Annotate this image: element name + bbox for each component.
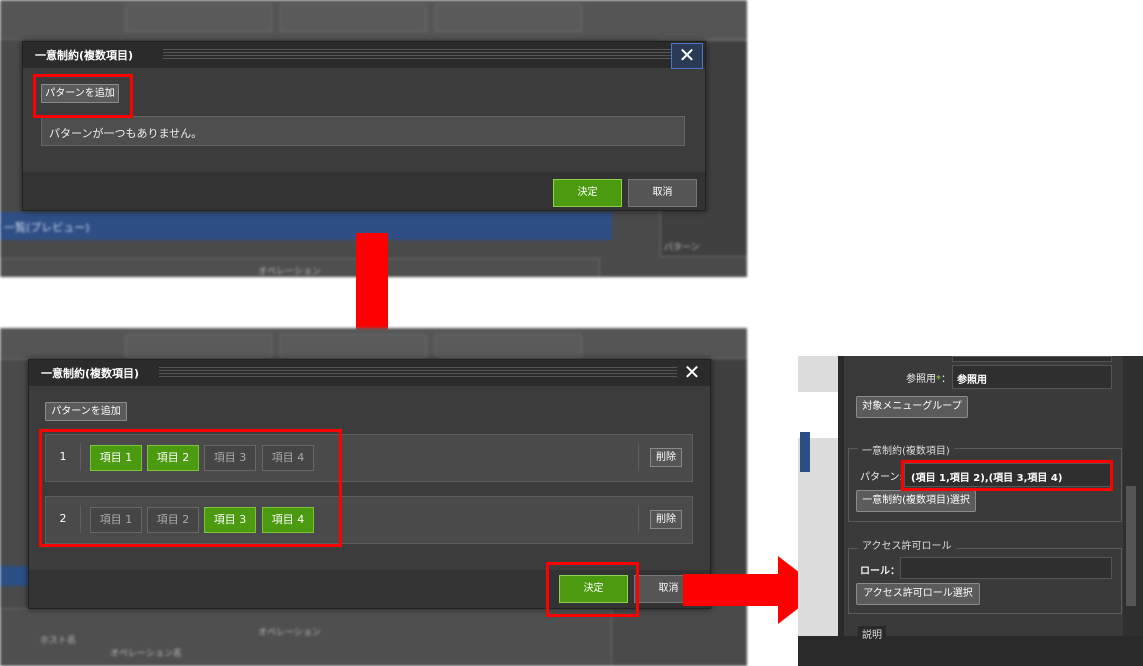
ref-field[interactable]: 参照用	[952, 365, 1112, 389]
empty-message-text: パターンが一つもありません。	[49, 127, 203, 140]
ok-button[interactable]: 決定	[553, 179, 622, 207]
bg-operation-header-2: オペレーション	[258, 628, 321, 638]
highlight-add-pattern	[33, 74, 133, 118]
bg-operation-header: オペレーション	[258, 267, 321, 277]
highlight-ok-button	[546, 562, 639, 617]
add-pattern-button[interactable]: パターンを追加	[45, 402, 127, 421]
bg-op-name: オペレーション名	[110, 649, 182, 659]
bg-host-label: ホスト名	[40, 636, 77, 646]
menu-group-button[interactable]: 対象メニューグループ	[856, 396, 968, 418]
highlight-pattern-rows	[39, 429, 342, 547]
bg-preview-label: 一覧(プレビュー)	[4, 221, 90, 234]
empty-pattern-message: パターンが一つもありません。	[41, 116, 685, 146]
close-icon[interactable]: ✕	[677, 361, 707, 385]
description-legend: 説明	[858, 626, 886, 641]
cancel-button[interactable]: 取消	[628, 179, 697, 207]
unique-constraint-legend: 一意制約(複数項目)	[858, 442, 954, 457]
dialog-title-2: 一意制約(複数項目)	[41, 367, 140, 380]
access-role-legend: アクセス許可ロール	[858, 537, 956, 552]
ref-field-value: 参照用	[957, 375, 987, 386]
pattern-label: パターン:	[860, 472, 903, 483]
role-field[interactable]	[900, 557, 1112, 579]
ref-label: 参照用*：	[906, 374, 951, 385]
role-label: ロール：	[860, 566, 900, 577]
dialog-titlebar[interactable]: 一意制約(複数項目) ✕	[23, 42, 705, 69]
close-icon[interactable]: ✕	[671, 43, 703, 69]
dialog-title: 一意制約(複数項目)	[35, 49, 134, 62]
dialog-titlebar-2[interactable]: 一意制約(複数項目) ✕	[29, 360, 710, 386]
unique-select-button[interactable]: 一意制約(複数項目)選択	[856, 490, 976, 512]
result-panel: 参照用*： 参照用 対象メニューグループ 一意制約(複数項目) パターン: (項…	[798, 356, 1143, 666]
role-select-button[interactable]: アクセス許可ロール選択	[856, 583, 980, 605]
delete-pattern-button[interactable]: 削除	[650, 510, 682, 529]
highlight-pattern-result	[901, 460, 1113, 491]
bg-pattern-label: パターン	[664, 243, 700, 253]
unique-constraint-dialog-empty: 一意制約(複数項目) ✕ パターンを追加 パターンが一つもありません。 決定 取…	[22, 41, 706, 211]
delete-pattern-button[interactable]: 削除	[650, 448, 682, 467]
